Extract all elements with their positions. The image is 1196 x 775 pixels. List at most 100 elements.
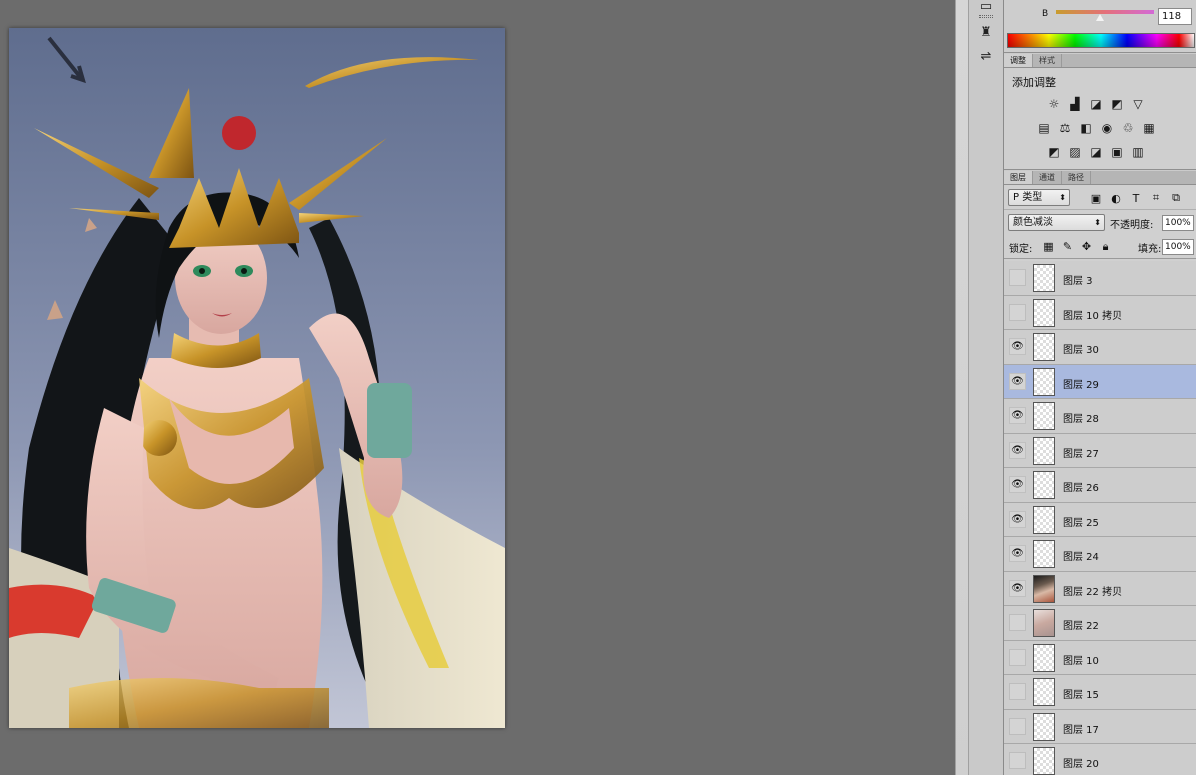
layer-row[interactable]: 图层 22 — [1004, 606, 1196, 641]
layer-thumbnail[interactable] — [1033, 609, 1055, 637]
visibility-toggle[interactable] — [1009, 269, 1026, 286]
filter-smart-object-icon[interactable]: ⧉ — [1168, 190, 1184, 206]
layer-row[interactable]: 👁︎ 图层 22 拷贝 — [1004, 571, 1196, 606]
channel-mixer-icon[interactable]: ♲ — [1120, 120, 1136, 136]
layer-name[interactable]: 图层 10 — [1063, 652, 1099, 667]
layer-row[interactable]: 👁︎ 图层 25 — [1004, 502, 1196, 537]
eye-icon[interactable]: 👁︎ — [1009, 510, 1026, 528]
curves-icon[interactable]: ◪ — [1088, 96, 1104, 112]
b-channel-value[interactable]: 118 — [1158, 8, 1192, 25]
layer-row[interactable]: 👁︎ 图层 28 — [1004, 399, 1196, 434]
layer-thumbnail[interactable] — [1033, 264, 1055, 292]
layer-name[interactable]: 图层 29 — [1063, 376, 1099, 391]
layer-name[interactable]: 图层 28 — [1063, 410, 1099, 425]
brightness-contrast-icon[interactable]: ☼ — [1046, 96, 1062, 112]
eye-icon[interactable]: 👁︎ — [1009, 338, 1026, 355]
tab-paths[interactable]: 路径 — [1062, 171, 1091, 184]
levels-icon[interactable]: ▟ — [1067, 96, 1083, 112]
blend-mode-select[interactable]: 颜色减淡 ⬍ — [1008, 214, 1105, 231]
layer-name[interactable]: 图层 30 — [1063, 341, 1099, 356]
filter-type-icon[interactable]: T — [1128, 190, 1144, 206]
layer-thumbnail[interactable] — [1033, 574, 1055, 603]
eye-icon[interactable]: 👁︎ — [1009, 407, 1026, 424]
invert-icon[interactable]: ◩ — [1046, 144, 1062, 160]
layer-thumbnail[interactable] — [1033, 436, 1055, 465]
layer-row[interactable]: 图层 20 — [1004, 744, 1196, 775]
layer-thumbnail[interactable] — [1033, 402, 1055, 430]
eye-icon[interactable]: 👁︎ — [1009, 372, 1026, 390]
filter-kind-select[interactable]: P 类型 ⬍ — [1008, 189, 1070, 206]
lock-pixels-icon[interactable]: ✎ — [1060, 239, 1075, 254]
visibility-toggle[interactable] — [1009, 752, 1026, 769]
color-balance-icon[interactable]: ⚖ — [1057, 120, 1073, 136]
filter-shape-icon[interactable]: ⌗ — [1148, 190, 1164, 206]
layer-thumbnail[interactable] — [1033, 747, 1055, 775]
layer-name[interactable]: 图层 15 — [1063, 686, 1099, 701]
layer-thumbnail[interactable] — [1033, 367, 1055, 396]
gradient-map-icon[interactable]: ▥ — [1130, 144, 1146, 160]
exposure-icon[interactable]: ◩ — [1109, 96, 1125, 112]
layer-row[interactable]: 👁︎ 图层 26 — [1004, 468, 1196, 503]
layer-thumbnail[interactable] — [1033, 678, 1055, 706]
layer-name[interactable]: 图层 20 — [1063, 755, 1099, 770]
threshold-icon[interactable]: ◪ — [1088, 144, 1104, 160]
layer-row[interactable]: 图层 10 拷贝 — [1004, 295, 1196, 330]
layer-row[interactable]: 👁︎ 图层 30 — [1004, 330, 1196, 365]
layer-name[interactable]: 图层 3 — [1063, 272, 1093, 287]
opacity-input[interactable]: 100% — [1162, 215, 1194, 231]
hue-saturation-icon[interactable]: ▤ — [1036, 120, 1052, 136]
layer-name[interactable]: 图层 10 拷贝 — [1063, 307, 1122, 322]
layer-row[interactable]: 👁︎ 图层 24 — [1004, 537, 1196, 572]
layer-row[interactable]: 👁︎ 图层 27 — [1004, 433, 1196, 468]
visibility-toggle[interactable] — [1009, 648, 1026, 666]
properties-icon[interactable]: ⇌ — [976, 46, 996, 66]
layer-row[interactable]: 图层 15 — [1004, 675, 1196, 710]
layer-thumbnail[interactable] — [1033, 471, 1055, 499]
panel-splitter[interactable] — [955, 0, 969, 775]
layer-name[interactable]: 图层 22 — [1063, 617, 1099, 632]
selective-color-icon[interactable]: ▣ — [1109, 144, 1125, 160]
brush-preset-icon[interactable]: ♜ — [976, 22, 996, 42]
layer-name[interactable]: 图层 25 — [1063, 514, 1099, 529]
strip-grip[interactable] — [979, 15, 993, 18]
layer-name[interactable]: 图层 17 — [1063, 721, 1099, 736]
layer-row[interactable]: 图层 10 — [1004, 640, 1196, 675]
history-icon[interactable]: ▭ — [976, 0, 996, 16]
visibility-toggle[interactable] — [1009, 614, 1026, 631]
visibility-toggle[interactable] — [1009, 717, 1026, 735]
eye-icon[interactable]: 👁︎ — [1009, 545, 1026, 562]
eye-icon[interactable]: 👁︎ — [1009, 476, 1026, 493]
layer-thumbnail[interactable] — [1033, 298, 1055, 327]
layer-thumbnail[interactable] — [1033, 540, 1055, 568]
filter-pixel-icon[interactable]: ▣ — [1088, 190, 1104, 206]
canvas-workspace[interactable] — [0, 0, 955, 775]
eye-icon[interactable]: 👁︎ — [1009, 579, 1026, 597]
color-lookup-icon[interactable]: ▦ — [1141, 120, 1157, 136]
layer-row[interactable]: 图层 17 — [1004, 709, 1196, 744]
lock-position-icon[interactable]: ✥ — [1079, 239, 1094, 254]
tab-layers[interactable]: 图层 — [1004, 171, 1033, 184]
layer-name[interactable]: 图层 24 — [1063, 548, 1099, 563]
photo-filter-icon[interactable]: ◉ — [1099, 120, 1115, 136]
layer-thumbnail[interactable] — [1033, 712, 1055, 741]
vibrance-icon[interactable]: ▽ — [1130, 96, 1146, 112]
color-spectrum-ramp[interactable] — [1007, 33, 1195, 48]
lock-transparency-icon[interactable]: ▦ — [1041, 239, 1056, 254]
tab-channels[interactable]: 通道 — [1033, 171, 1062, 184]
layer-thumbnail[interactable] — [1033, 643, 1055, 672]
tab-adjustments[interactable]: 调整 — [1004, 54, 1033, 67]
fill-input[interactable]: 100% — [1162, 239, 1194, 255]
layer-name[interactable]: 图层 26 — [1063, 479, 1099, 494]
tab-styles[interactable]: 样式 — [1033, 54, 1062, 67]
b-slider-thumb[interactable] — [1096, 14, 1104, 21]
layer-row[interactable]: 👁︎ 图层 29 — [1004, 364, 1196, 399]
visibility-toggle[interactable] — [1009, 683, 1026, 700]
filter-adjustment-icon[interactable]: ◐ — [1108, 190, 1124, 206]
posterize-icon[interactable]: ▨ — [1067, 144, 1083, 160]
layer-thumbnail[interactable] — [1033, 333, 1055, 361]
layer-row[interactable]: 图层 3 — [1004, 261, 1196, 296]
b-channel-slider[interactable] — [1056, 10, 1154, 14]
layer-thumbnail[interactable] — [1033, 505, 1055, 534]
lock-all-icon[interactable]: 🔒︎ — [1098, 239, 1113, 254]
visibility-toggle[interactable] — [1009, 303, 1026, 321]
